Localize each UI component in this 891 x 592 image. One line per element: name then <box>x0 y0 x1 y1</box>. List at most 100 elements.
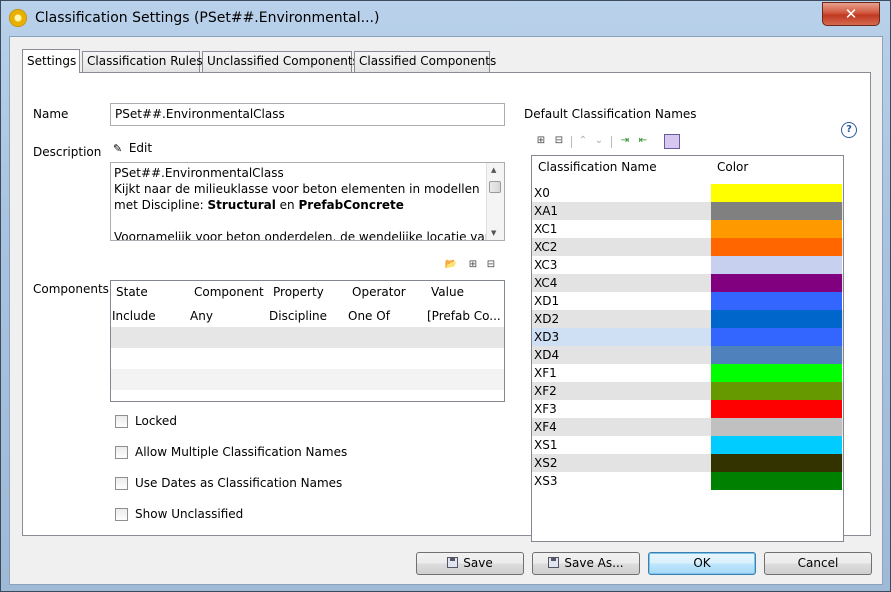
cell-state[interactable]: Include <box>112 309 188 323</box>
classification-row[interactable]: XC4 <box>532 274 843 292</box>
default-names-table[interactable]: Classification Name Color X0 XA1 XC1 XC2 XC3… <box>531 155 844 542</box>
classification-row[interactable]: X0 <box>532 184 843 202</box>
classification-name-cell[interactable]: XD2 <box>534 312 559 326</box>
checkbox-box[interactable] <box>115 415 128 428</box>
color-swatch-cell[interactable] <box>711 202 842 220</box>
add-row-icon[interactable]: ⊞ <box>466 259 480 271</box>
checkbox-box[interactable] <box>115 508 128 521</box>
scroll-thumb[interactable] <box>489 181 501 193</box>
edit-description-button[interactable]: ✎ Edit <box>113 141 152 155</box>
classification-name-cell[interactable]: XC4 <box>534 276 557 290</box>
classification-row[interactable]: XC3 <box>532 256 843 274</box>
import-icon[interactable]: ⇥ <box>618 135 632 147</box>
table-row[interactable]: Include Any Discipline One Of [Prefab Co… <box>111 306 504 327</box>
color-swatch-cell[interactable] <box>711 292 842 310</box>
edit-label: Edit <box>128 141 153 155</box>
color-swatch-cell[interactable] <box>711 310 842 328</box>
column-header-color[interactable]: Color <box>717 160 748 174</box>
classification-row[interactable]: XA1 <box>532 202 843 220</box>
classification-name-cell[interactable]: XD4 <box>534 348 559 362</box>
classification-name-cell[interactable]: XD1 <box>534 294 559 308</box>
color-swatch-cell[interactable] <box>711 400 842 418</box>
classification-name-cell[interactable]: XF4 <box>534 420 557 434</box>
classification-row[interactable]: XF2 <box>532 382 843 400</box>
classification-name-cell[interactable]: XS2 <box>534 456 557 470</box>
classification-row[interactable]: XF1 <box>532 364 843 382</box>
save-as-button[interactable]: Save As... <box>532 552 640 575</box>
color-swatch-cell[interactable] <box>711 472 842 490</box>
classification-row[interactable]: XC1 <box>532 220 843 238</box>
components-table[interactable]: State Component Property Operator Value … <box>110 280 505 402</box>
color-swatch-cell[interactable] <box>711 454 842 472</box>
classification-name-cell[interactable]: XC3 <box>534 258 557 272</box>
remove-row-icon[interactable]: ⊟ <box>484 259 498 271</box>
classification-row[interactable]: XD1 <box>532 292 843 310</box>
tab-classification-rules[interactable]: Classification Rules <box>82 51 203 72</box>
classification-name-cell[interactable]: XC1 <box>534 222 557 236</box>
save-button[interactable]: Save <box>416 552 524 575</box>
column-header-property[interactable]: Property <box>273 285 324 299</box>
classification-name-cell[interactable]: XC2 <box>534 240 557 254</box>
tab-classified-components[interactable]: Classified Components <box>354 51 496 72</box>
classification-row[interactable]: XF4 <box>532 418 843 436</box>
color-swatch-cell[interactable] <box>711 220 842 238</box>
column-header-component[interactable]: Component <box>194 285 264 299</box>
classification-name-cell[interactable]: XS1 <box>534 438 557 452</box>
close-button[interactable]: ✕ <box>822 2 880 26</box>
color-swatch-cell[interactable] <box>711 184 842 202</box>
classification-name-cell[interactable]: XF1 <box>534 366 557 380</box>
cell-property[interactable]: Discipline <box>269 309 345 323</box>
move-down-icon[interactable]: ⌄ <box>592 135 606 147</box>
checkbox-box[interactable] <box>115 477 128 490</box>
color-swatch-cell[interactable] <box>711 436 842 454</box>
tab-settings[interactable]: Settings <box>22 49 80 73</box>
title-bar[interactable]: Classification Settings (PSet##.Environm… <box>1 1 890 37</box>
export-icon[interactable]: ⇤ <box>636 135 650 147</box>
name-input[interactable]: PSet##.EnvironmentalClass <box>110 103 505 126</box>
classification-name-cell[interactable]: XS3 <box>534 474 557 488</box>
color-swatch-cell[interactable] <box>711 382 842 400</box>
scroll-down-arrow-icon[interactable]: ▼ <box>491 229 496 237</box>
classification-name-cell[interactable]: XF3 <box>534 402 557 416</box>
settings-panel: ? Name PSet##.EnvironmentalClass Descrip… <box>22 72 871 542</box>
move-up-icon[interactable]: ⌃ <box>576 135 590 147</box>
color-swatch-cell[interactable] <box>711 274 842 292</box>
classification-name-cell[interactable]: XA1 <box>534 204 558 218</box>
help-icon[interactable]: ? <box>841 122 857 138</box>
color-swatch-cell[interactable] <box>711 256 842 274</box>
classification-name-cell[interactable]: XD3 <box>534 330 559 344</box>
classification-row[interactable]: XS1 <box>532 436 843 454</box>
column-header-classification-name[interactable]: Classification Name <box>538 160 657 174</box>
classification-row[interactable]: XD4 <box>532 346 843 364</box>
classification-name-cell[interactable]: X0 <box>534 186 550 200</box>
ok-button[interactable]: OK <box>648 552 756 575</box>
description-scrollbar[interactable]: ▲ ▼ <box>486 163 504 240</box>
column-header-operator[interactable]: Operator <box>352 285 406 299</box>
cell-component[interactable]: Any <box>190 309 266 323</box>
cell-value[interactable]: [Prefab Co... <box>427 309 503 323</box>
classification-row[interactable]: XD2 <box>532 310 843 328</box>
cancel-button[interactable]: Cancel <box>764 552 872 575</box>
description-box[interactable]: PSet##.EnvironmentalClass Kijkt naar de m… <box>110 162 505 241</box>
color-swatch-cell[interactable] <box>711 238 842 256</box>
column-header-value[interactable]: Value <box>431 285 464 299</box>
tab-unclassified-components[interactable]: Unclassified Components <box>202 51 359 72</box>
open-folder-icon[interactable]: 📂 <box>444 259 458 271</box>
classification-name-cell[interactable]: XF2 <box>534 384 557 398</box>
classification-row[interactable]: XC2 <box>532 238 843 256</box>
classification-row[interactable]: XS3 <box>532 472 843 490</box>
color-swatch-cell[interactable] <box>711 418 842 436</box>
color-picker-icon[interactable] <box>664 134 680 149</box>
color-swatch-cell[interactable] <box>711 328 842 346</box>
cell-operator[interactable]: One Of <box>348 309 424 323</box>
classification-row[interactable]: XS2 <box>532 454 843 472</box>
remove-row-icon[interactable]: ⊟ <box>552 135 566 147</box>
checkbox-box[interactable] <box>115 446 128 459</box>
column-header-state[interactable]: State <box>116 285 148 299</box>
classification-row[interactable]: XF3 <box>532 400 843 418</box>
add-row-icon[interactable]: ⊞ <box>534 135 548 147</box>
color-swatch-cell[interactable] <box>711 346 842 364</box>
color-swatch-cell[interactable] <box>711 364 842 382</box>
scroll-up-arrow-icon[interactable]: ▲ <box>491 166 496 174</box>
classification-row[interactable]: XD3 <box>532 328 843 346</box>
